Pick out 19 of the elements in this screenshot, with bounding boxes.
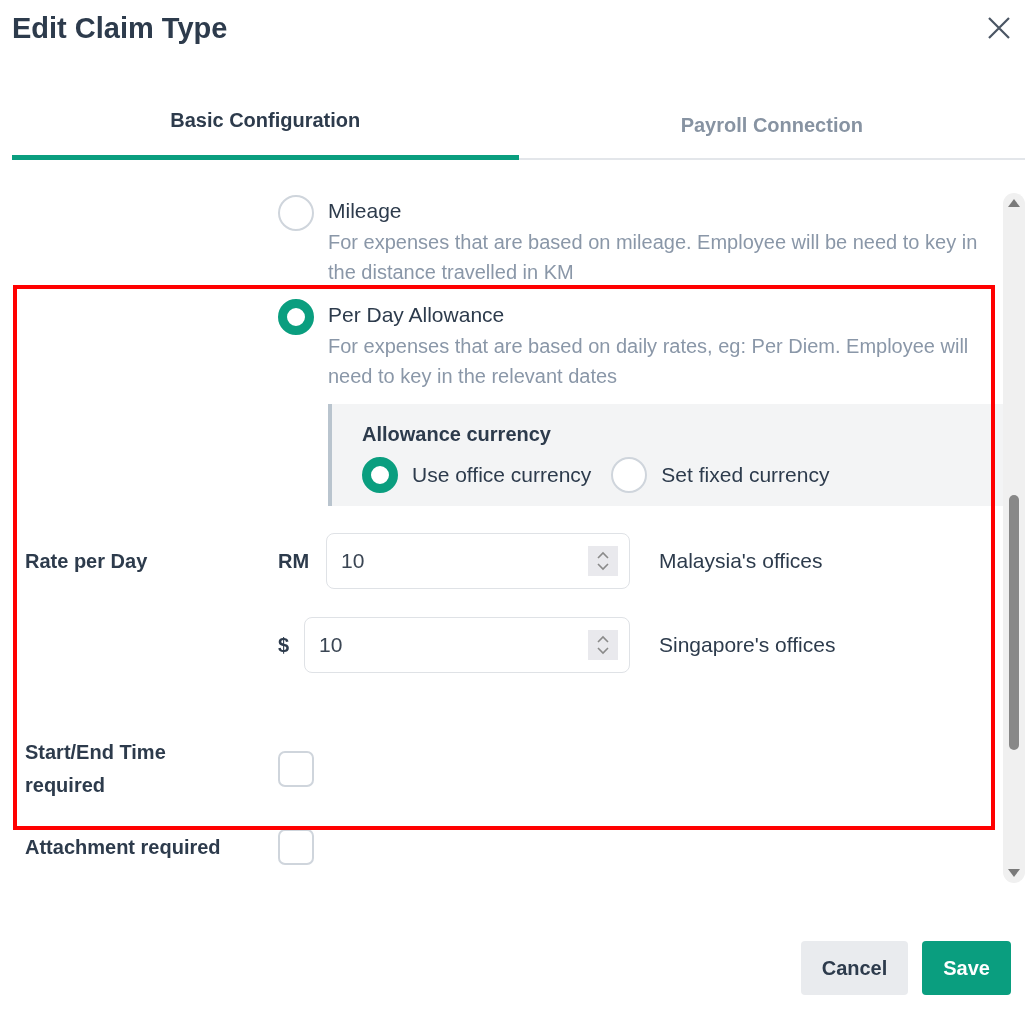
option-label: Set fixed currency <box>661 463 830 487</box>
field-label: Rate per Day <box>25 548 149 574</box>
office-label: Singapore's offices <box>659 633 836 657</box>
option-description: For expenses that are based on daily rates, eg: Per Diem. Employee will need to key in the relevant dates <box>328 334 970 389</box>
office-label: Malaysia's offices <box>659 549 823 573</box>
currency-label: $ <box>278 633 290 657</box>
dialog-button[interactable]: Cancel <box>800 941 909 995</box>
number-field[interactable]: 10 <box>326 533 630 589</box>
option-label: Use office currency <box>412 463 592 487</box>
field-label: Attachment required <box>25 834 222 860</box>
panel-title: Allowance currency <box>362 422 552 447</box>
option-label: Per Day Allowance <box>328 302 506 328</box>
number-field[interactable]: 10 <box>304 617 630 673</box>
tab[interactable]: Basic Configuration <box>12 96 519 160</box>
currency-label: RM <box>278 549 310 573</box>
option-description: For expenses that are based on mileage. Employee will be need to key in the distance travelled in KM <box>328 230 979 285</box>
field-label: Start/End Time required <box>25 740 167 798</box>
dialog-title: Edit Claim Type <box>12 11 228 45</box>
option-label: Mileage <box>328 198 403 224</box>
